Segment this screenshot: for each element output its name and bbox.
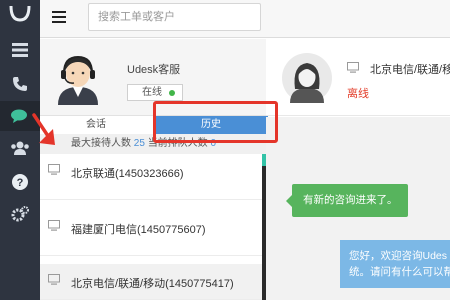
help-icon[interactable]: ? [0, 167, 40, 197]
greeting-message: 您好，欢迎咨询Udes 统。请问有什么可以帮 [340, 240, 450, 288]
list-item[interactable]: 福建厦门电信(1450775607) [40, 210, 262, 256]
conversation-label: 北京联通(1450323666) [71, 168, 184, 180]
conversation-label: 福建厦门电信(1450775607) [71, 224, 206, 236]
left-nav: ? [0, 0, 40, 300]
greeting-line-1: 您好，欢迎咨询Udes [349, 250, 448, 262]
search-input[interactable]: 搜索工单或客户 [88, 3, 261, 31]
monitor-icon [347, 62, 359, 73]
customer-name: 北京电信/联通/移 [370, 64, 450, 76]
agent-name: Udesk客服 [127, 64, 181, 76]
agent-avatar [54, 51, 102, 105]
monitor-icon [48, 164, 60, 175]
menu-icon[interactable] [52, 11, 66, 23]
list-menu-icon[interactable] [0, 35, 40, 65]
list-item[interactable]: 北京联通(1450323666) [40, 154, 262, 200]
monitor-icon [48, 274, 60, 285]
list-item[interactable]: 北京电信/联通/移动(1450775417) [40, 264, 262, 300]
max-label: 最大接待人数 [71, 138, 131, 149]
customer-status: 离线 [347, 88, 369, 100]
top-bar: 搜索工单或客户 [40, 0, 450, 38]
new-inquiry-notice: 有新的咨询进来了。 [286, 184, 408, 217]
svg-text:?: ? [17, 177, 24, 189]
conversation-list: 北京联通(1450323666) 福建厦门电信(1450775607) 北京电信… [40, 154, 262, 300]
arrow-icon [32, 113, 55, 145]
udesk-logo-icon[interactable] [0, 0, 40, 32]
status-label: 在线 [142, 87, 162, 98]
greeting-line-2: 统。请问有什么可以帮 [349, 266, 450, 278]
conversation-label: 北京电信/联通/移动(1450775417) [71, 278, 234, 290]
phone-icon[interactable] [0, 69, 40, 99]
online-dot-icon [169, 90, 175, 96]
customer-header: 北京电信/联通/移 离线 [266, 39, 450, 116]
status-select[interactable]: 在线 [127, 84, 183, 101]
max-value: 25 [133, 138, 145, 149]
highlight-box [153, 101, 278, 143]
customer-avatar [282, 53, 332, 103]
monitor-icon [48, 220, 60, 231]
settings-icon[interactable] [0, 199, 40, 229]
